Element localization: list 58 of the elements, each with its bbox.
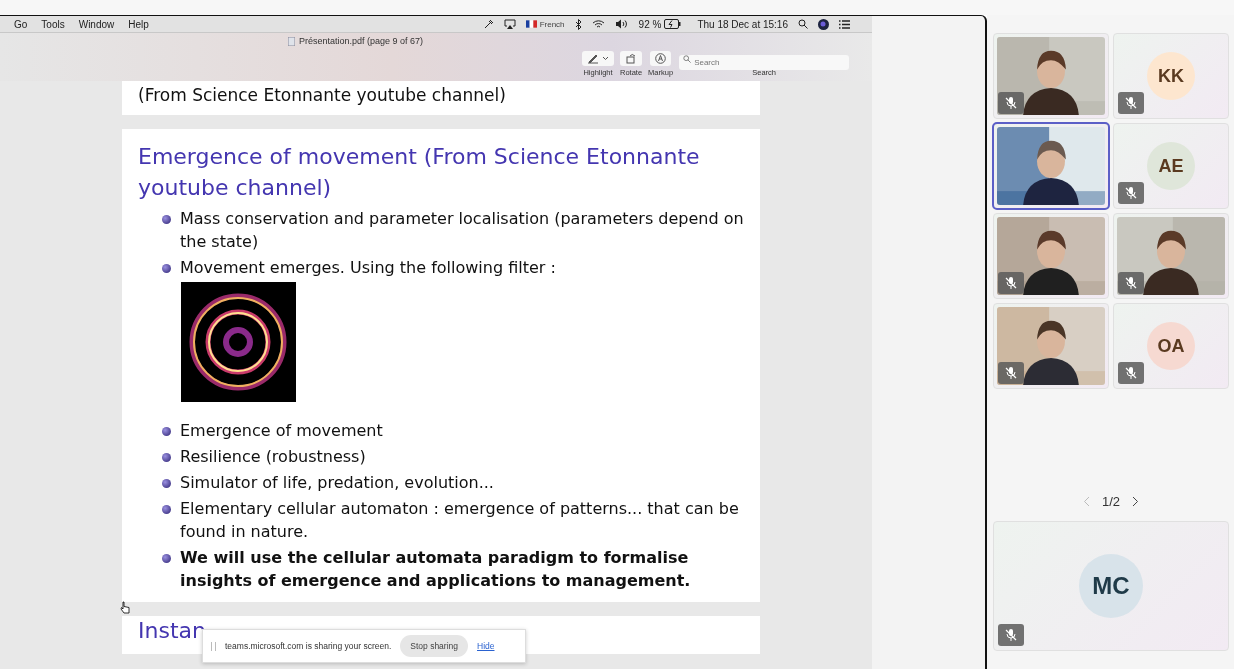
menu-item[interactable]: Go	[14, 18, 28, 30]
avatar: OA	[1147, 322, 1195, 370]
rotate-icon	[625, 53, 638, 64]
avatar: KK	[1147, 52, 1195, 100]
bullet-icon	[162, 427, 171, 436]
input-source[interactable]: French	[539, 19, 565, 29]
avatar: AE	[1147, 142, 1195, 190]
pen-icon	[587, 53, 599, 64]
bullet-text: Elementary cellular automaton : emergence of patterns... that can be found in nature.	[180, 498, 740, 543]
bullet-icon	[162, 264, 171, 273]
list-icon[interactable]	[839, 19, 850, 29]
participant-tile[interactable]: KK	[1113, 33, 1229, 119]
grip-icon[interactable]	[211, 641, 216, 651]
participant-tile[interactable]: AE	[1113, 123, 1229, 209]
flag-icon	[525, 20, 537, 28]
highlight-button[interactable]	[582, 51, 614, 66]
markup-icon	[655, 53, 667, 64]
menu-item[interactable]: Help	[128, 18, 149, 30]
bullet-text: Simulator of life, predation, evolution...	[180, 472, 494, 494]
bullet-text: Resilience (robustness)	[180, 446, 366, 468]
pdf-file-icon	[288, 36, 295, 46]
document-title: Présentation.pdf (page 9 of 67)	[299, 36, 424, 46]
orb-icon[interactable]	[818, 18, 829, 30]
markup-button[interactable]	[650, 51, 672, 66]
bluetooth-icon[interactable]	[574, 18, 582, 30]
search-icon[interactable]	[798, 19, 808, 29]
search-icon	[683, 54, 692, 63]
bullet-icon	[162, 505, 171, 514]
wifi-icon[interactable]	[591, 19, 605, 29]
bullet-text: Emergence of movement	[180, 420, 383, 442]
bullet-icon	[162, 479, 171, 488]
participant-tile[interactable]: MC	[993, 521, 1229, 651]
volume-icon[interactable]	[614, 19, 629, 29]
airplay-icon[interactable]	[503, 19, 516, 29]
wrench-icon[interactable]	[483, 19, 494, 29]
slide-text: (From Science Etonnante youtube channel)	[138, 85, 507, 105]
participant-tile[interactable]: OA	[1113, 303, 1229, 389]
hide-link[interactable]: Hide	[477, 641, 495, 651]
battery-percentage: 92 %	[638, 18, 662, 30]
stop-sharing-button[interactable]: Stop sharing	[400, 635, 468, 657]
bullet-icon	[162, 215, 171, 224]
avatar: MC	[1079, 554, 1143, 618]
menu-item[interactable]: Tools	[41, 18, 65, 30]
menu-item[interactable]: Window	[78, 18, 115, 30]
next-icon[interactable]	[1132, 495, 1140, 507]
sharing-message: teams.microsoft.com is sharing your screen.	[225, 641, 392, 651]
page-indicator: 1/2	[1101, 493, 1121, 509]
battery-charging-icon[interactable]	[664, 19, 682, 29]
bullet-text: Mass conservation and parameter localisation (parameters depend on the state)	[180, 208, 744, 253]
rotate-button[interactable]	[620, 51, 643, 66]
search-field[interactable]: Search	[679, 55, 850, 70]
bullet-icon	[162, 554, 171, 563]
bullet-text: We will use the cellular automata paradigm to formalise insights of emergence and applications to management.	[180, 547, 692, 592]
slide-heading: Emergence of movement (From Science Etonnante youtube channel)	[138, 143, 701, 202]
bullet-text: Movement emerges. Using the following filter :	[180, 257, 556, 279]
caret-icon	[602, 56, 609, 61]
clock[interactable]: Thu 18 Dec at 15:16	[697, 18, 788, 30]
bullet-icon	[162, 453, 171, 462]
